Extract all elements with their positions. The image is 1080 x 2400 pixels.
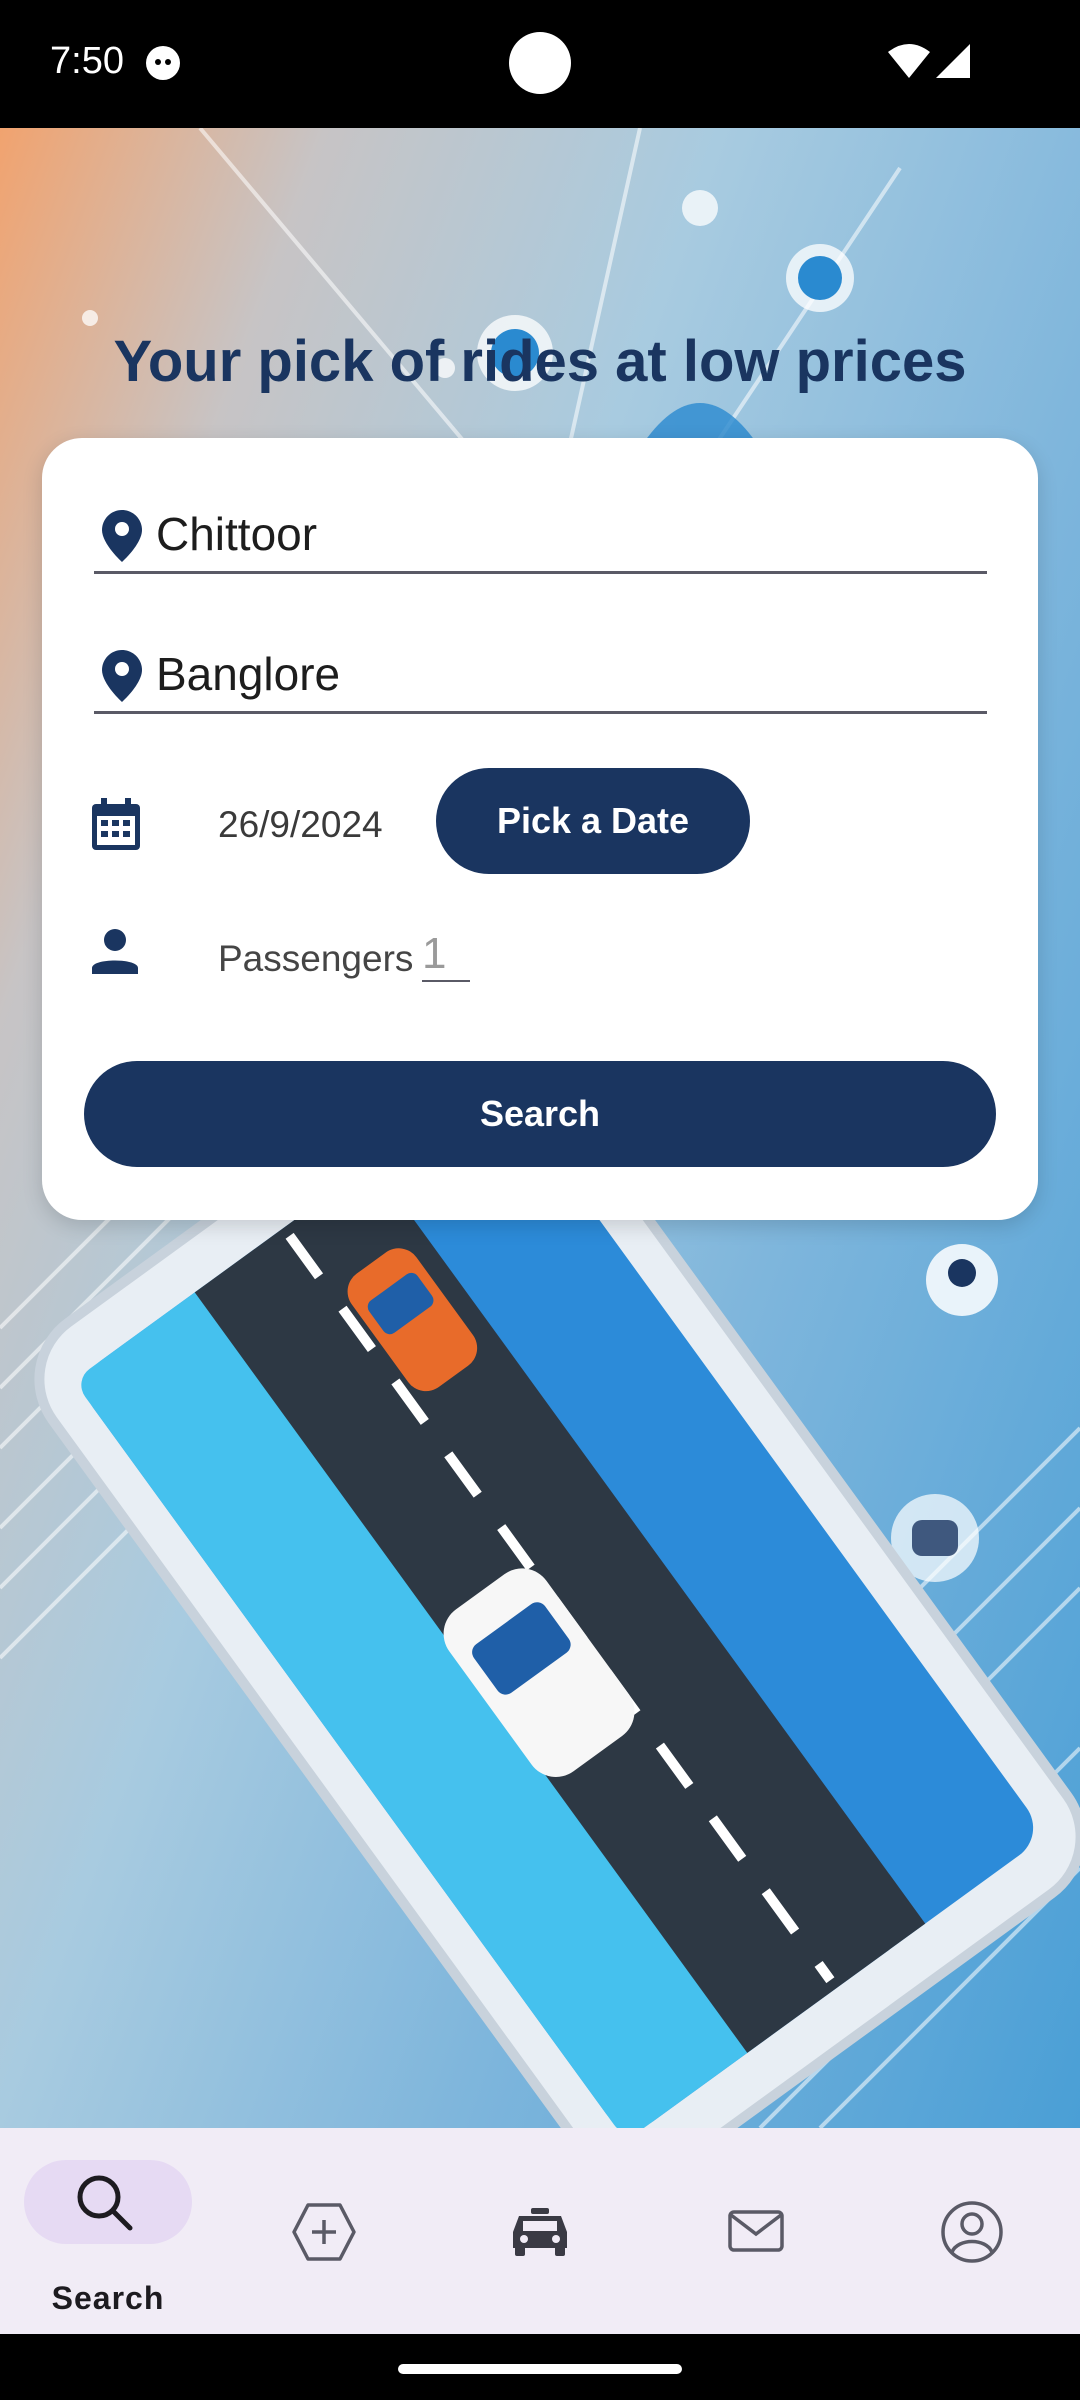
page-title: Your pick of rides at low prices — [113, 329, 967, 394]
pick-date-button[interactable]: Pick a Date — [436, 768, 750, 874]
status-bar: 7:50 — [0, 0, 1080, 128]
search-icon — [77, 2175, 133, 2231]
passengers-row: Passengers — [92, 918, 692, 998]
passengers-label: Passengers — [218, 938, 414, 979]
car-icon — [513, 2208, 567, 2256]
selected-date: 26/9/2024 — [218, 804, 383, 845]
date-row: 26/9/2024 Pick a Date — [92, 768, 992, 878]
location-pin-icon — [102, 650, 142, 702]
status-time: 7:50 — [50, 40, 124, 82]
wifi-icon — [888, 44, 930, 78]
nav-item-profile[interactable] — [864, 2128, 1080, 2334]
nav-item-add-ride[interactable] — [216, 2128, 432, 2334]
search-button[interactable]: Search — [84, 1061, 996, 1167]
notification-icon — [146, 46, 180, 80]
bottom-nav: Search — [0, 2128, 1080, 2334]
to-input[interactable] — [156, 644, 956, 704]
profile-icon — [941, 2201, 1003, 2263]
gesture-area — [0, 2334, 1080, 2400]
nav-label-search: Search — [51, 2280, 165, 2316]
to-field[interactable] — [94, 630, 987, 714]
passengers-input[interactable] — [422, 928, 470, 982]
camera-cutout — [509, 32, 571, 94]
search-card: 26/9/2024 Pick a Date Passengers Search — [42, 438, 1038, 1220]
person-icon — [92, 929, 138, 974]
signal-icon — [936, 44, 970, 78]
from-field[interactable] — [94, 490, 987, 574]
location-pin-icon — [102, 510, 142, 562]
nav-item-rides[interactable] — [432, 2128, 648, 2334]
add-ride-icon — [292, 2203, 356, 2261]
home-gesture-bar[interactable] — [398, 2364, 682, 2374]
nav-item-search[interactable]: Search — [0, 2128, 216, 2334]
nav-item-messages[interactable] — [648, 2128, 864, 2334]
calendar-icon — [92, 798, 140, 850]
mail-icon — [728, 2210, 784, 2252]
from-input[interactable] — [156, 504, 956, 564]
